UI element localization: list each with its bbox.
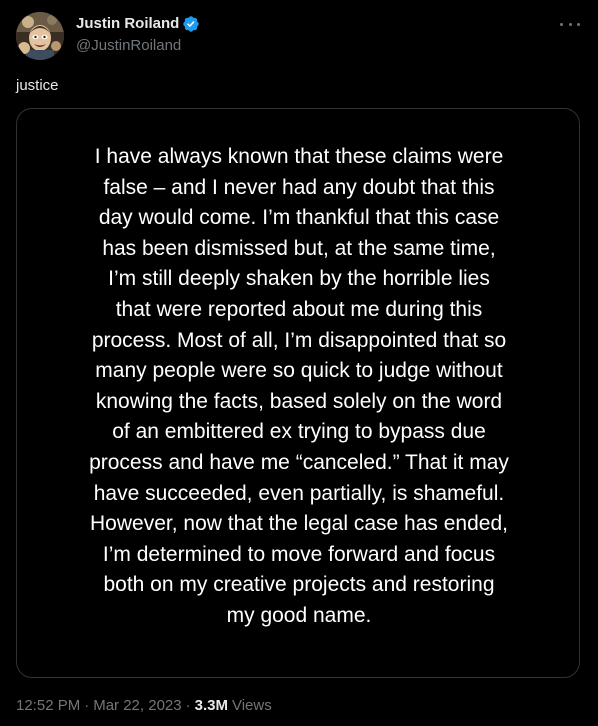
tweet-meta: 12:52 PM · Mar 22, 2023 · 3.3M Views (16, 696, 272, 716)
more-options-icon[interactable] (560, 14, 580, 34)
more-dot-icon (568, 22, 572, 26)
tweet-time[interactable]: 12:52 PM (16, 696, 80, 716)
author-name-row: Justin Roiland (76, 14, 200, 34)
statement-text: I have always known that these claims we… (89, 145, 509, 627)
more-dot-icon (577, 22, 580, 26)
more-dot-icon (560, 22, 563, 26)
views-label: Views (231, 697, 272, 714)
author-name[interactable]: Justin Roiland (76, 14, 179, 34)
meta-separator: · (185, 697, 191, 714)
meta-separator: · (84, 697, 90, 714)
avatar[interactable] (16, 12, 64, 60)
tweet: Justin Roiland @JustinRoiland justice I … (0, 0, 598, 726)
verified-badge-icon[interactable] (182, 15, 200, 33)
avatar-image (16, 12, 64, 60)
views-count[interactable]: 3.3M (195, 696, 228, 716)
author-info: Justin Roiland @JustinRoiland (76, 14, 200, 56)
tweet-text: justice (16, 77, 59, 94)
media-image[interactable]: I have always known that these claims we… (16, 108, 580, 678)
tweet-date[interactable]: Mar 22, 2023 (93, 696, 181, 716)
author-handle[interactable]: @JustinRoiland (76, 36, 200, 56)
